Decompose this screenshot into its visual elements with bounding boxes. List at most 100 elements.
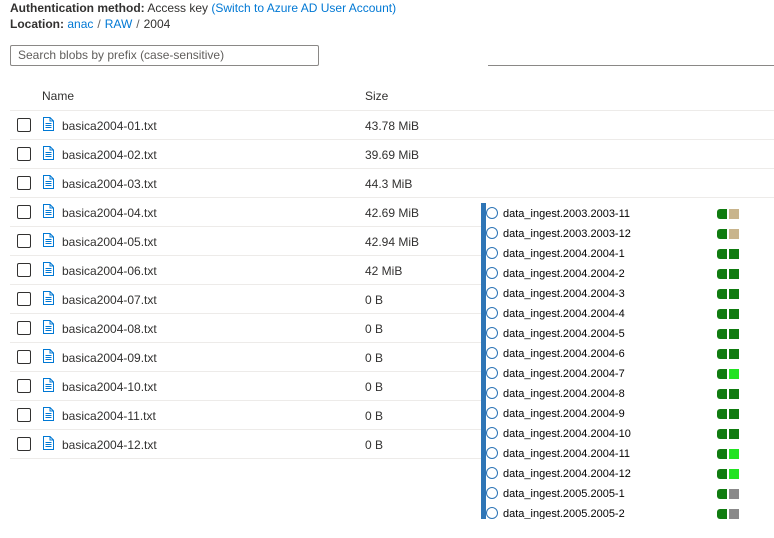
row-checkbox[interactable] xyxy=(17,321,31,335)
status-square-icon xyxy=(717,389,727,399)
run-radio-icon[interactable] xyxy=(486,307,498,319)
pipeline-run-item[interactable]: data_ingest.2004.2004-11 xyxy=(481,444,741,464)
blob-name[interactable]: basica2004-09.txt xyxy=(62,351,157,365)
row-checkbox[interactable] xyxy=(17,263,31,277)
blob-name[interactable]: basica2004-11.txt xyxy=(62,409,156,423)
row-checkbox[interactable] xyxy=(17,118,31,132)
run-radio-icon[interactable] xyxy=(486,487,498,499)
status-square-icon xyxy=(729,449,739,459)
run-radio-icon[interactable] xyxy=(486,227,498,239)
row-checkbox[interactable] xyxy=(17,205,31,219)
blob-size: 0 B xyxy=(365,351,384,365)
blob-name[interactable]: basica2004-12.txt xyxy=(62,438,157,452)
run-radio-icon[interactable] xyxy=(486,447,498,459)
breadcrumb-current: 2004 xyxy=(143,17,171,31)
run-radio-icon[interactable] xyxy=(486,507,498,519)
status-square-icon xyxy=(729,269,739,279)
pipeline-run-item[interactable]: data_ingest.2005.2005-2 xyxy=(481,504,741,519)
column-header-size[interactable]: Size xyxy=(365,89,388,103)
blob-name[interactable]: basica2004-01.txt xyxy=(62,119,157,133)
table-row[interactable]: basica2004-01.txt 43.78 MiB xyxy=(10,111,774,140)
pipeline-run-item[interactable]: data_ingest.2004.2004-8 xyxy=(481,384,741,404)
run-radio-icon[interactable] xyxy=(486,207,498,219)
blob-size: 39.69 MiB xyxy=(365,148,420,162)
pipeline-run-item[interactable]: data_ingest.2004.2004-7 xyxy=(481,364,741,384)
breadcrumb-raw[interactable]: RAW xyxy=(105,17,133,31)
blob-name[interactable]: basica2004-04.txt xyxy=(62,206,157,220)
row-checkbox[interactable] xyxy=(17,292,31,306)
blob-name[interactable]: basica2004-05.txt xyxy=(62,235,157,249)
pipeline-run-item[interactable]: data_ingest.2004.2004-10 xyxy=(481,424,741,444)
row-checkbox[interactable] xyxy=(17,176,31,190)
row-divider xyxy=(10,458,481,459)
run-label: data_ingest.2005.2005-2 xyxy=(503,508,625,519)
search-blobs-input[interactable]: Search blobs by prefix (case-sensitive) xyxy=(10,45,319,66)
run-label: data_ingest.2004.2004-11 xyxy=(503,448,631,460)
blob-size: 42.69 MiB xyxy=(365,206,420,220)
run-radio-icon[interactable] xyxy=(486,327,498,339)
pipeline-run-item[interactable]: data_ingest.2003.2003-11 xyxy=(481,204,741,224)
pipeline-run-item[interactable]: data_ingest.2004.2004-6 xyxy=(481,344,741,364)
blob-name[interactable]: basica2004-10.txt xyxy=(62,380,157,394)
blob-name[interactable]: basica2004-03.txt xyxy=(62,177,157,191)
run-radio-icon[interactable] xyxy=(486,467,498,479)
run-radio-icon[interactable] xyxy=(486,427,498,439)
switch-auth-link[interactable]: (Switch to Azure AD User Account) xyxy=(211,1,396,15)
blob-name[interactable]: basica2004-06.txt xyxy=(62,264,157,278)
status-square-icon xyxy=(717,369,727,379)
run-label: data_ingest.2004.2004-6 xyxy=(503,348,625,360)
file-icon xyxy=(43,117,54,131)
row-checkbox[interactable] xyxy=(17,234,31,248)
run-radio-icon[interactable] xyxy=(486,287,498,299)
location-breadcrumb: Location: anac / RAW/2004 xyxy=(10,17,170,32)
breadcrumb-anac[interactable]: anac xyxy=(67,17,93,31)
filter-input-underline[interactable] xyxy=(488,65,774,66)
blob-size: 42 MiB xyxy=(365,264,403,278)
status-square-icon xyxy=(729,429,739,439)
status-square-icon xyxy=(729,289,739,299)
auth-method-value: Access key xyxy=(147,1,209,15)
run-radio-icon[interactable] xyxy=(486,407,498,419)
pipeline-run-item[interactable]: data_ingest.2004.2004-12 xyxy=(481,464,741,484)
status-square-icon xyxy=(717,289,727,299)
pipeline-run-item[interactable]: data_ingest.2004.2004-4 xyxy=(481,304,741,324)
status-square-icon xyxy=(717,489,727,499)
status-square-icon xyxy=(717,349,727,359)
blob-name[interactable]: basica2004-08.txt xyxy=(62,322,157,336)
run-radio-icon[interactable] xyxy=(486,347,498,359)
table-row[interactable]: basica2004-02.txt 39.69 MiB xyxy=(10,140,774,169)
pipeline-run-item[interactable]: data_ingest.2003.2003-12 xyxy=(481,224,741,244)
pipeline-run-item[interactable]: data_ingest.2005.2005-1 xyxy=(481,484,741,504)
status-square-icon xyxy=(717,269,727,279)
pipeline-run-item[interactable]: data_ingest.2004.2004-9 xyxy=(481,404,741,424)
run-label: data_ingest.2004.2004-10 xyxy=(503,428,631,440)
file-icon xyxy=(43,233,54,247)
table-row[interactable]: basica2004-03.txt 44.3 MiB xyxy=(10,169,774,198)
run-radio-icon[interactable] xyxy=(486,267,498,279)
run-radio-icon[interactable] xyxy=(486,387,498,399)
blob-name[interactable]: basica2004-07.txt xyxy=(62,293,157,307)
status-square-icon xyxy=(729,489,739,499)
blob-size: 0 B xyxy=(365,380,384,394)
status-square-icon xyxy=(717,329,727,339)
row-checkbox[interactable] xyxy=(17,350,31,364)
run-label: data_ingest.2004.2004-3 xyxy=(503,288,625,300)
pipeline-run-item[interactable]: data_ingest.2004.2004-3 xyxy=(481,284,741,304)
blob-name[interactable]: basica2004-02.txt xyxy=(62,148,157,162)
file-icon xyxy=(43,320,54,334)
run-radio-icon[interactable] xyxy=(486,367,498,379)
auth-method-label: Authentication method: xyxy=(10,1,145,15)
file-icon xyxy=(43,262,54,276)
run-radio-icon[interactable] xyxy=(486,247,498,259)
row-checkbox[interactable] xyxy=(17,408,31,422)
run-label: data_ingest.2004.2004-8 xyxy=(503,388,625,400)
blob-size: 0 B xyxy=(365,322,384,336)
pipeline-run-item[interactable]: data_ingest.2004.2004-1 xyxy=(481,244,741,264)
row-checkbox[interactable] xyxy=(17,379,31,393)
column-header-name[interactable]: Name xyxy=(42,89,74,103)
status-square-icon xyxy=(729,309,739,319)
pipeline-run-item[interactable]: data_ingest.2004.2004-5 xyxy=(481,324,741,344)
row-checkbox[interactable] xyxy=(17,437,31,451)
row-checkbox[interactable] xyxy=(17,147,31,161)
pipeline-run-item[interactable]: data_ingest.2004.2004-2 xyxy=(481,264,741,284)
